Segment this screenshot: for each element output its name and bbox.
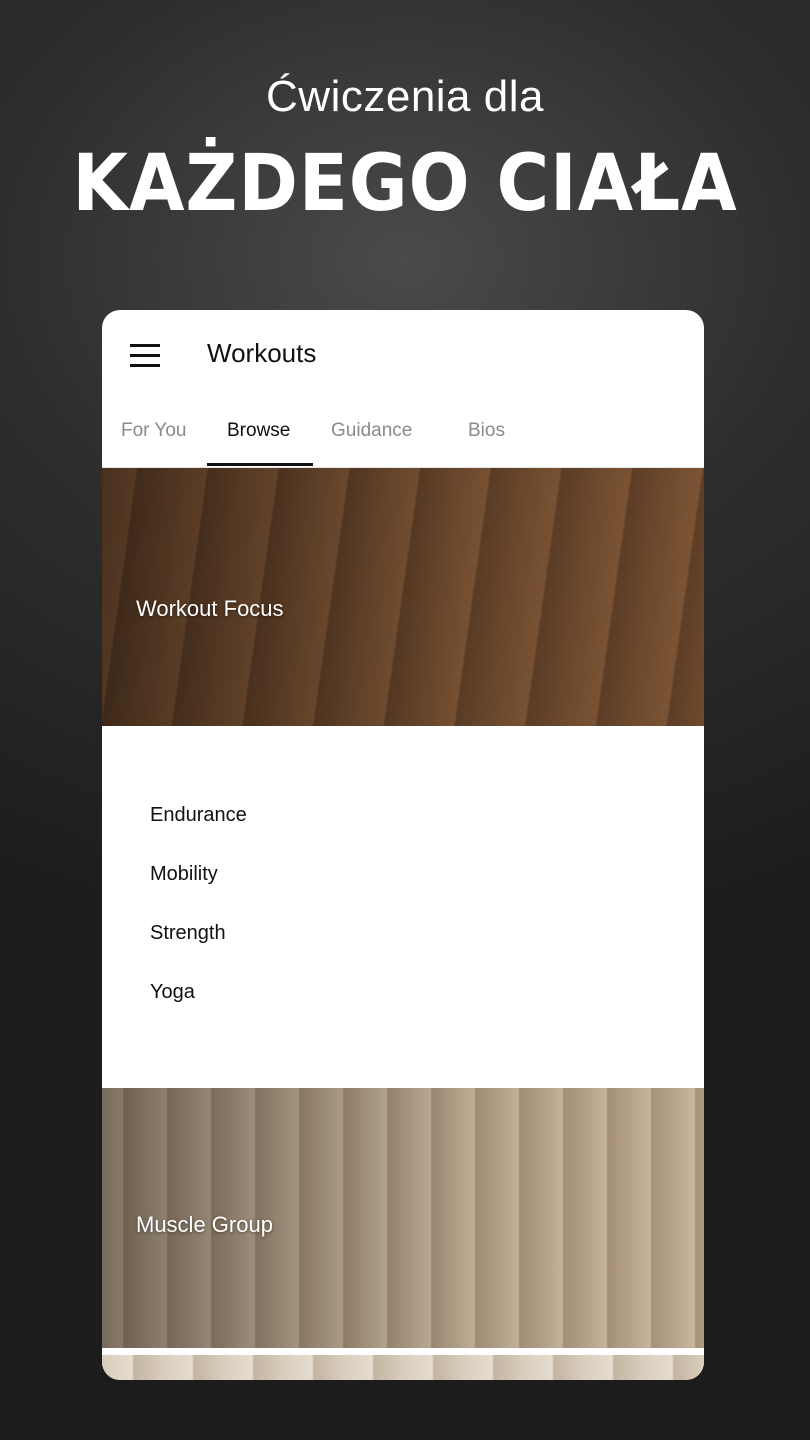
promo-headline: KAŻDEGO CIAŁA [72,139,738,229]
app-bar: Workouts [102,310,704,400]
list-item-yoga[interactable]: Yoga [150,981,195,1004]
tab-bar: For You Browse Guidance Bios [102,406,704,468]
list-item-strength[interactable]: Strength [150,922,226,945]
app-screen: Workouts For You Browse Guidance Bios Wo… [102,310,704,1380]
tab-bios[interactable]: Bios [468,420,505,442]
tab-guidance[interactable]: Guidance [331,420,412,442]
active-tab-indicator [207,463,313,466]
tab-browse[interactable]: Browse [227,420,290,442]
hamburger-menu-icon[interactable] [130,342,162,368]
workout-focus-label: Workout Focus [136,596,284,621]
tab-for-you[interactable]: For You [121,420,187,442]
promo-subtitle: Ćwiczenia dla [266,72,544,121]
muscle-group-label: Muscle Group [136,1212,273,1237]
next-section-banner[interactable] [102,1355,704,1380]
list-item-endurance[interactable]: Endurance [150,804,247,827]
muscle-group-banner[interactable]: Muscle Group [102,1088,704,1348]
list-item-mobility[interactable]: Mobility [150,863,218,886]
workout-focus-banner[interactable]: Workout Focus [102,468,704,726]
page-title: Workouts [207,338,317,368]
workout-focus-list: Endurance Mobility Strength Yoga [102,726,704,1088]
